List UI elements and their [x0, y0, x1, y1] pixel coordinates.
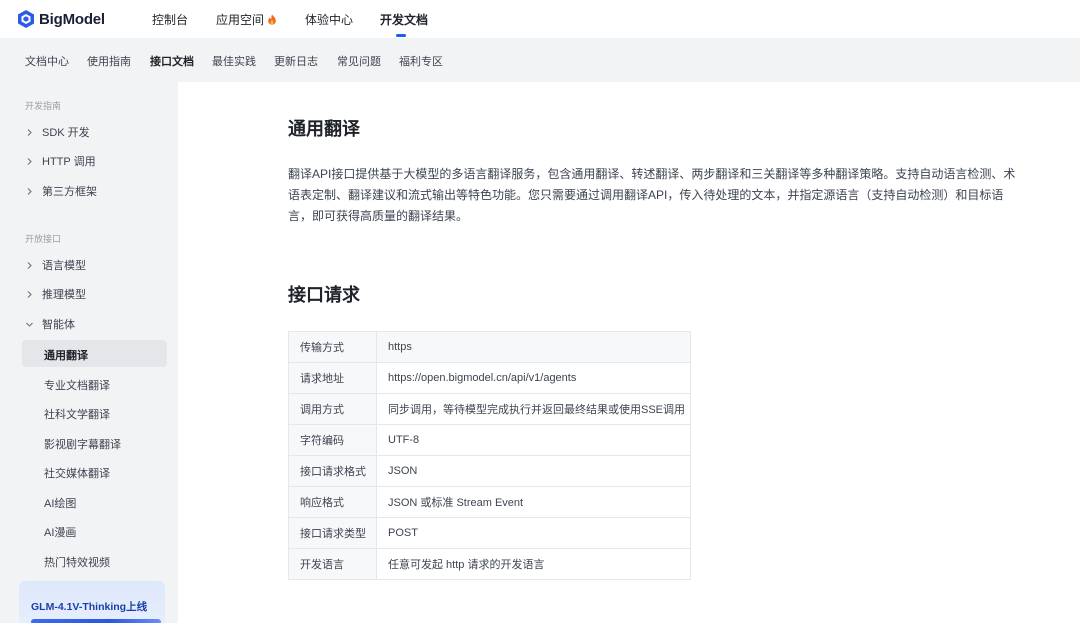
spec-key: 接口请求格式 [288, 455, 377, 487]
promo-banner-text: GLM-4.1V-Thinking上线 [31, 601, 148, 613]
sidebar-item-label: SDK 开发 [42, 127, 90, 139]
subnav-faq[interactable]: 常见问题 [337, 53, 381, 69]
top-navigation: BigModel 控制台 应用空间 体验中心 开发文档 [0, 0, 1080, 38]
chevron-down-icon [26, 322, 33, 327]
spec-value: UTF-8 [376, 424, 691, 456]
sidebar-item-http[interactable]: HTTP 调用 [25, 153, 96, 169]
bigmodel-logo-icon [18, 10, 34, 28]
chevron-right-icon [27, 157, 32, 165]
chevron-right-icon [27, 261, 32, 269]
table-row: 传输方式 https [288, 331, 691, 363]
spec-key: 接口请求类型 [288, 517, 377, 549]
api-spec-table: 传输方式 https 请求地址 https://open.bigmodel.cn… [288, 331, 691, 580]
table-row: 响应格式 JSON 或标准 Stream Event [288, 486, 691, 518]
spec-value: https://open.bigmodel.cn/api/v1/agents [376, 362, 691, 394]
sidebar-item-label: 智能体 [42, 319, 75, 331]
brand-logo[interactable]: BigModel [18, 9, 105, 29]
subnav-changelog[interactable]: 更新日志 [274, 53, 318, 69]
subnav-benefits[interactable]: 福利专区 [399, 53, 443, 69]
topnav-active-indicator [396, 34, 406, 37]
spec-key: 传输方式 [288, 331, 377, 363]
table-row: 接口请求类型 POST [288, 517, 691, 549]
page-title: 通用翻译 [288, 119, 360, 139]
spec-value: 任意可发起 http 请求的开发语言 [376, 548, 691, 580]
sidebar-item-label: HTTP 调用 [42, 156, 96, 168]
subnav-user-guide[interactable]: 使用指南 [87, 53, 131, 69]
docs-subnav: 文档中心 使用指南 接口文档 最佳实践 更新日志 常见问题 福利专区 [0, 38, 1080, 82]
promo-banner-decoration [31, 619, 161, 623]
subnav-best-practices[interactable]: 最佳实践 [212, 53, 256, 69]
topnav-app-space[interactable]: 应用空间 [216, 11, 277, 28]
topnav-experience-center[interactable]: 体验中心 [305, 11, 353, 28]
spec-value: 同步调用，等待模型完成执行并返回最终结果或使用SSE调用 [376, 393, 691, 425]
spec-value: https [376, 331, 691, 363]
subnav-doc-center[interactable]: 文档中心 [25, 53, 69, 69]
promo-banner[interactable]: GLM-4.1V-Thinking上线 [19, 581, 165, 623]
sidebar-item-agents[interactable]: 智能体 [25, 316, 75, 332]
topnav-console[interactable]: 控制台 [152, 11, 188, 28]
table-row: 请求地址 https://open.bigmodel.cn/api/v1/age… [288, 362, 691, 394]
sidebar-subitem-pro-doc-translation[interactable]: 专业文档翻译 [44, 377, 110, 393]
spec-key: 响应格式 [288, 486, 377, 518]
sidebar-subitem-ai-drawing[interactable]: AI绘图 [44, 495, 76, 511]
brand-name: BigModel [39, 10, 105, 28]
spec-key: 调用方式 [288, 393, 377, 425]
sidebar-item-language-models[interactable]: 语言模型 [25, 257, 86, 273]
spec-value: JSON [376, 455, 691, 487]
table-row: 字符编码 UTF-8 [288, 424, 691, 456]
sidebar-subitem-subtitle-translation[interactable]: 影视剧字幕翻译 [44, 436, 121, 452]
spec-key: 开发语言 [288, 548, 377, 580]
sidebar-item-third-party[interactable]: 第三方框架 [25, 183, 97, 199]
subnav-api-docs[interactable]: 接口文档 [150, 53, 194, 69]
chevron-right-icon [27, 290, 32, 298]
sidebar-item-sdk[interactable]: SDK 开发 [25, 124, 90, 140]
topnav-dev-docs[interactable]: 开发文档 [380, 11, 428, 28]
sidebar-item-label: 语言模型 [42, 260, 86, 272]
sidebar-section-dev-guide: 开发指南 [25, 101, 62, 111]
table-row: 接口请求格式 JSON [288, 455, 691, 487]
table-row: 开发语言 任意可发起 http 请求的开发语言 [288, 548, 691, 580]
section-title-api-request: 接口请求 [288, 285, 360, 305]
spec-key: 字符编码 [288, 424, 377, 456]
sidebar-subitem-social-media-translation[interactable]: 社交媒体翻译 [44, 465, 110, 481]
sidebar-subitem-literature-translation[interactable]: 社科文学翻译 [44, 406, 110, 422]
sidebar-item-reasoning-models[interactable]: 推理模型 [25, 286, 86, 302]
table-row: 调用方式 同步调用，等待模型完成执行并返回最终结果或使用SSE调用 [288, 393, 691, 425]
sidebar: 开发指南 SDK 开发 HTTP 调用 第三方框架 开放接口 语言模型 推理模型… [0, 82, 178, 623]
sidebar-item-label: 推理模型 [42, 289, 86, 301]
spec-key: 请求地址 [288, 362, 377, 394]
page-intro: 翻译API接口提供基于大模型的多语言翻译服务，包含通用翻译、转述翻译、两步翻译和… [288, 167, 1016, 223]
sidebar-subitem-effect-video[interactable]: 热门特效视频 [44, 554, 110, 570]
chevron-right-icon [27, 187, 32, 195]
chevron-right-icon [27, 128, 32, 136]
topnav-app-space-label: 应用空间 [216, 13, 265, 27]
sidebar-item-label: 第三方框架 [42, 186, 97, 198]
sidebar-subitem-general-translation[interactable]: 通用翻译 [44, 347, 88, 363]
fire-icon [268, 14, 276, 25]
sidebar-section-open-api: 开放接口 [25, 234, 62, 244]
spec-value: POST [376, 517, 691, 549]
spec-value: JSON 或标准 Stream Event [376, 486, 691, 518]
sidebar-subitem-ai-comic[interactable]: AI漫画 [44, 524, 76, 540]
